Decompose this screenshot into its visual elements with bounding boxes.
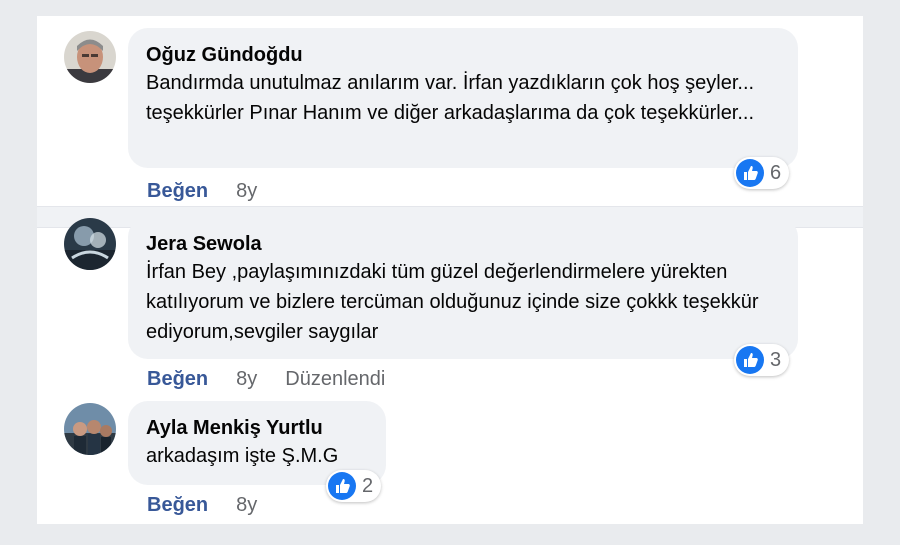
thumbs-up-icon <box>736 346 764 374</box>
like-button[interactable]: Beğen <box>147 368 208 391</box>
comment-actions: Beğen 8y <box>147 180 257 203</box>
reaction-summary[interactable]: 6 <box>734 157 790 189</box>
timestamp[interactable]: 8y <box>236 494 257 517</box>
reaction-summary[interactable]: 3 <box>734 344 790 376</box>
like-button[interactable]: Beğen <box>147 494 208 517</box>
comments-panel: Oğuz Gündoğdu Bandırmda unutulmaz anılar… <box>37 16 863 524</box>
comment-bubble: Oğuz Gündoğdu Bandırmda unutulmaz anılar… <box>128 28 798 168</box>
avatar[interactable] <box>64 218 116 270</box>
comment-actions: Beğen 8y <box>147 494 257 517</box>
thumbs-up-icon <box>736 159 764 187</box>
reaction-count: 3 <box>770 348 782 371</box>
avatar[interactable] <box>64 403 116 455</box>
comment-author[interactable]: Oğuz Gündoğdu <box>146 42 780 68</box>
comment-author[interactable]: Jera Sewola <box>146 231 780 257</box>
thumbs-up-icon <box>328 472 356 500</box>
edited-label[interactable]: Düzenlendi <box>285 368 385 391</box>
avatar[interactable] <box>64 31 116 83</box>
comment-bubble: Jera Sewola İrfan Bey ,paylaşımınızdaki … <box>128 217 798 359</box>
avatar-image <box>64 403 116 455</box>
comment-text: İrfan Bey ,paylaşımınızdaki tüm güzel de… <box>146 261 759 343</box>
comment-text: arkadaşım işte Ş.M.G <box>146 445 339 467</box>
avatar-image <box>64 218 116 270</box>
avatar-image <box>64 31 116 83</box>
reaction-summary[interactable]: 2 <box>326 470 382 502</box>
comment-text: Bandırmda unutulmaz anılarım var. İrfan … <box>146 72 755 124</box>
comment-actions: Beğen 8y Düzenlendi <box>147 368 385 391</box>
comment-author[interactable]: Ayla Menkiş Yurtlu <box>146 415 368 441</box>
reaction-count: 2 <box>362 474 374 497</box>
reaction-count: 6 <box>770 161 782 184</box>
like-button[interactable]: Beğen <box>147 180 208 203</box>
timestamp[interactable]: 8y <box>236 368 257 391</box>
timestamp[interactable]: 8y <box>236 180 257 203</box>
